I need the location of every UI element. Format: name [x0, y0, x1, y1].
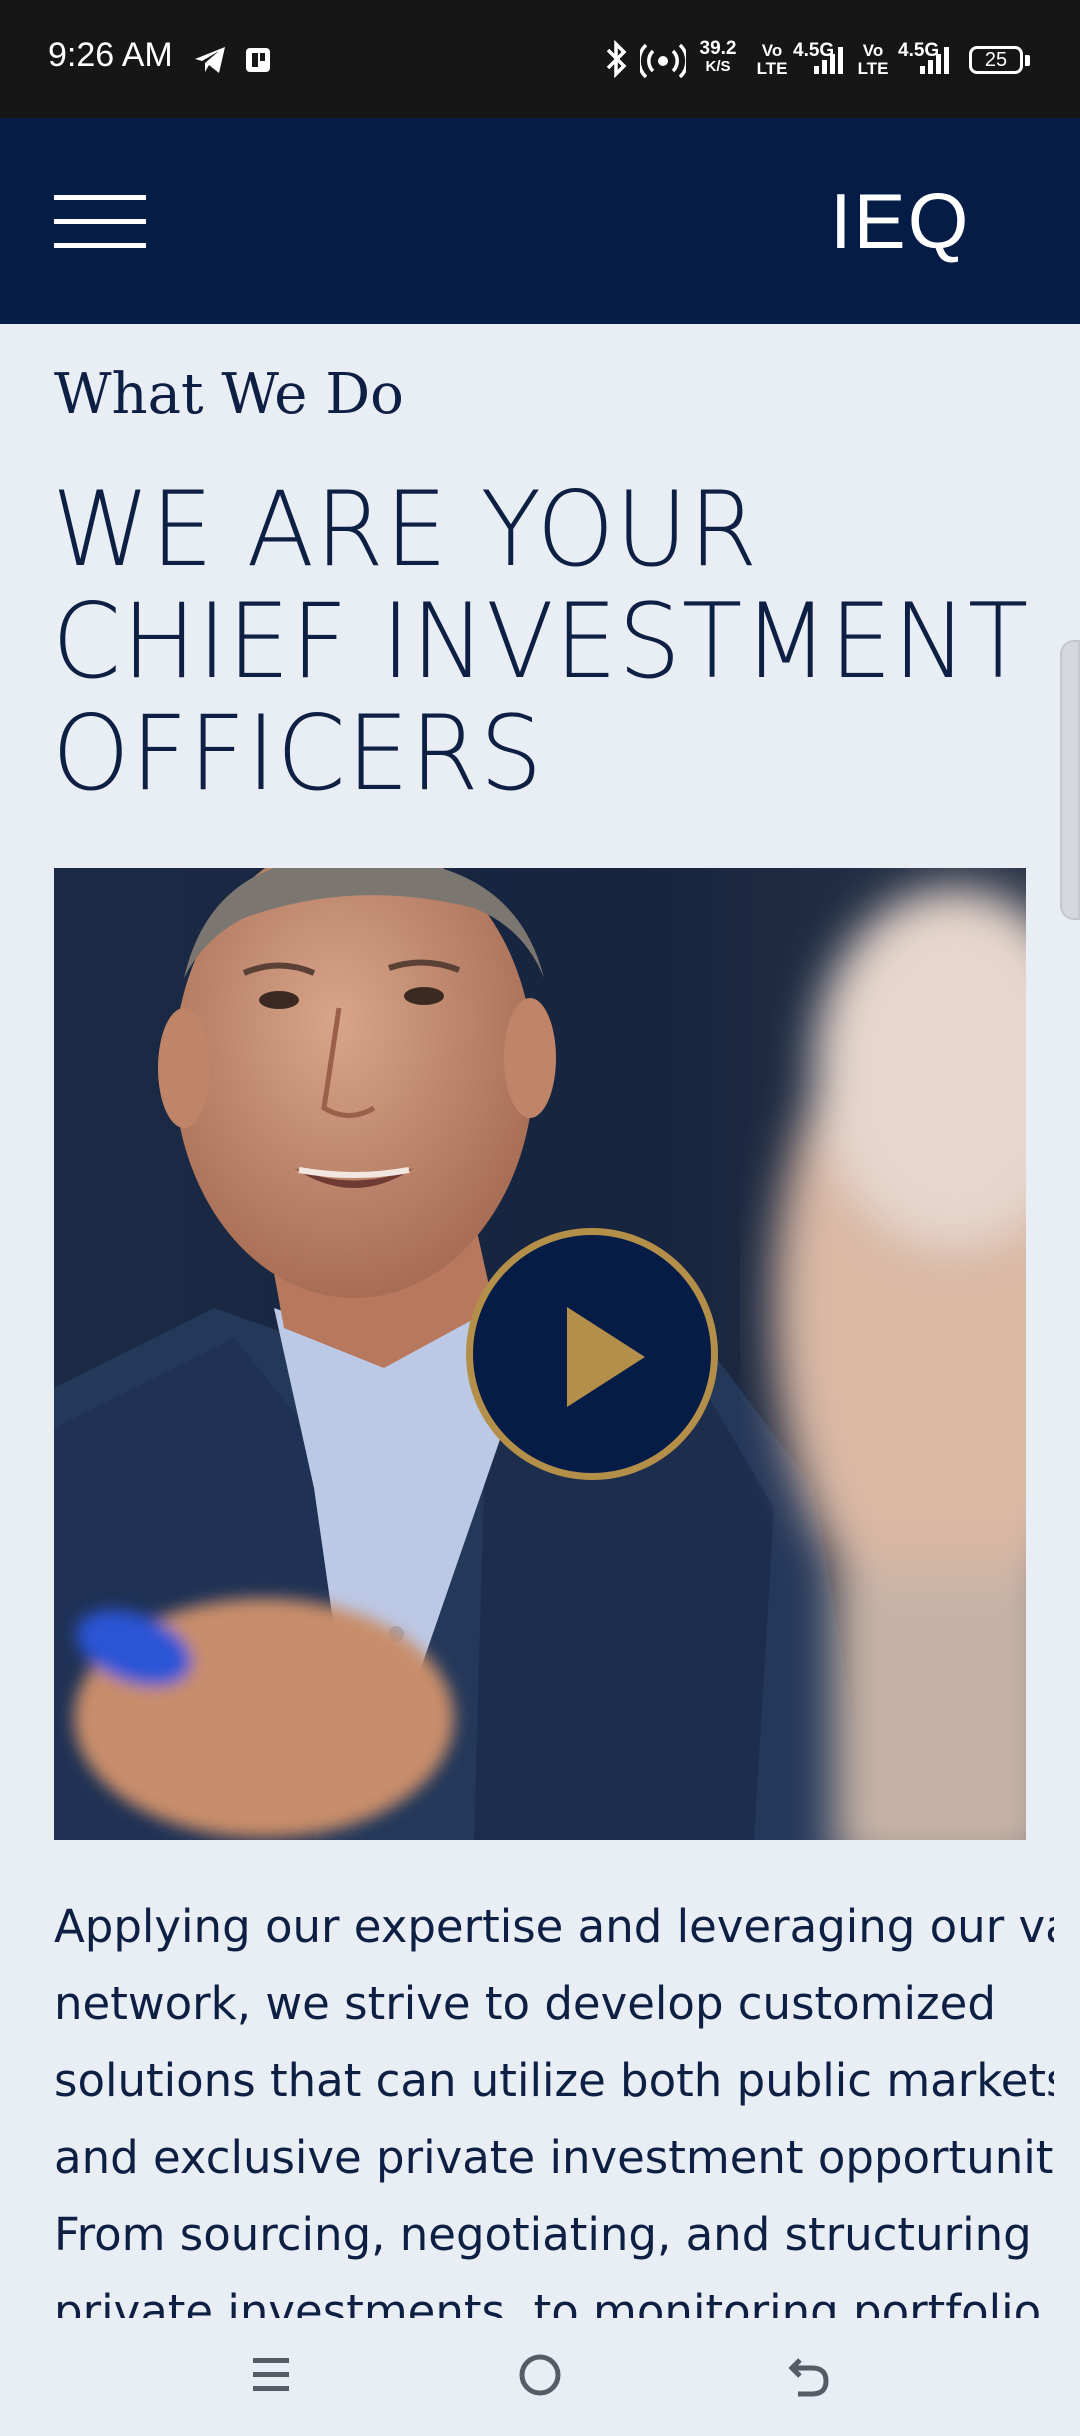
body-line: From sourcing, negotiating, and structur… [54, 2208, 1032, 2261]
body-line: solutions that can utilize both public m… [54, 2054, 1054, 2107]
sim1-volte: Vo LTE [756, 41, 788, 78]
title-line: CHIEF INVESTMENT [52, 582, 1030, 702]
network-speed: 39.2 K/S [695, 38, 741, 76]
body-line: and exclusive private investment opportu… [54, 2131, 1054, 2184]
recents-icon[interactable] [248, 2348, 294, 2402]
hamburger-menu-icon[interactable] [54, 195, 146, 251]
app-notification-icon [246, 48, 270, 72]
telegram-icon [195, 47, 225, 73]
status-bar: 9:26 AM 39.2 K/S Vo LTE 4.5G Vo LTE 4.5G [0, 0, 1080, 118]
battery-icon: 25 [969, 46, 1023, 74]
edge-panel-handle[interactable] [1060, 640, 1080, 920]
body-line: Applying our expertise and leveraging ou… [54, 1900, 1054, 1953]
signal-icon [814, 47, 843, 74]
body-line: private investments, to monitoring portf… [54, 2285, 1042, 2318]
sim2-volte: Vo LTE [857, 41, 889, 78]
play-icon [567, 1307, 645, 1407]
hotspot-icon [640, 43, 686, 78]
status-time: 9:26 AM [48, 36, 173, 74]
body-line: network, we strive to develop customized [54, 1977, 996, 2030]
speed-unit: K/S [705, 58, 731, 75]
page-title: WE ARE YOUR CHIEF INVESTMENT OFFICERS [52, 470, 1030, 814]
logo[interactable]: IEQ [830, 176, 970, 267]
home-icon[interactable] [516, 2348, 564, 2402]
title-line: OFFICERS [52, 694, 544, 814]
signal-icon [920, 47, 949, 74]
bluetooth-icon [606, 40, 627, 78]
battery-tip [1025, 55, 1030, 66]
title-line: WE ARE YOUR [52, 470, 759, 590]
play-button[interactable] [466, 1228, 718, 1480]
body-paragraph: Applying our expertise and leveraging ou… [54, 1888, 1054, 2318]
speed-value: 39.2 [699, 38, 737, 59]
system-nav-bar [0, 2320, 1080, 2436]
back-icon[interactable] [786, 2348, 834, 2402]
video-thumbnail[interactable] [54, 868, 1026, 1840]
section-eyebrow: What We Do [54, 362, 404, 427]
